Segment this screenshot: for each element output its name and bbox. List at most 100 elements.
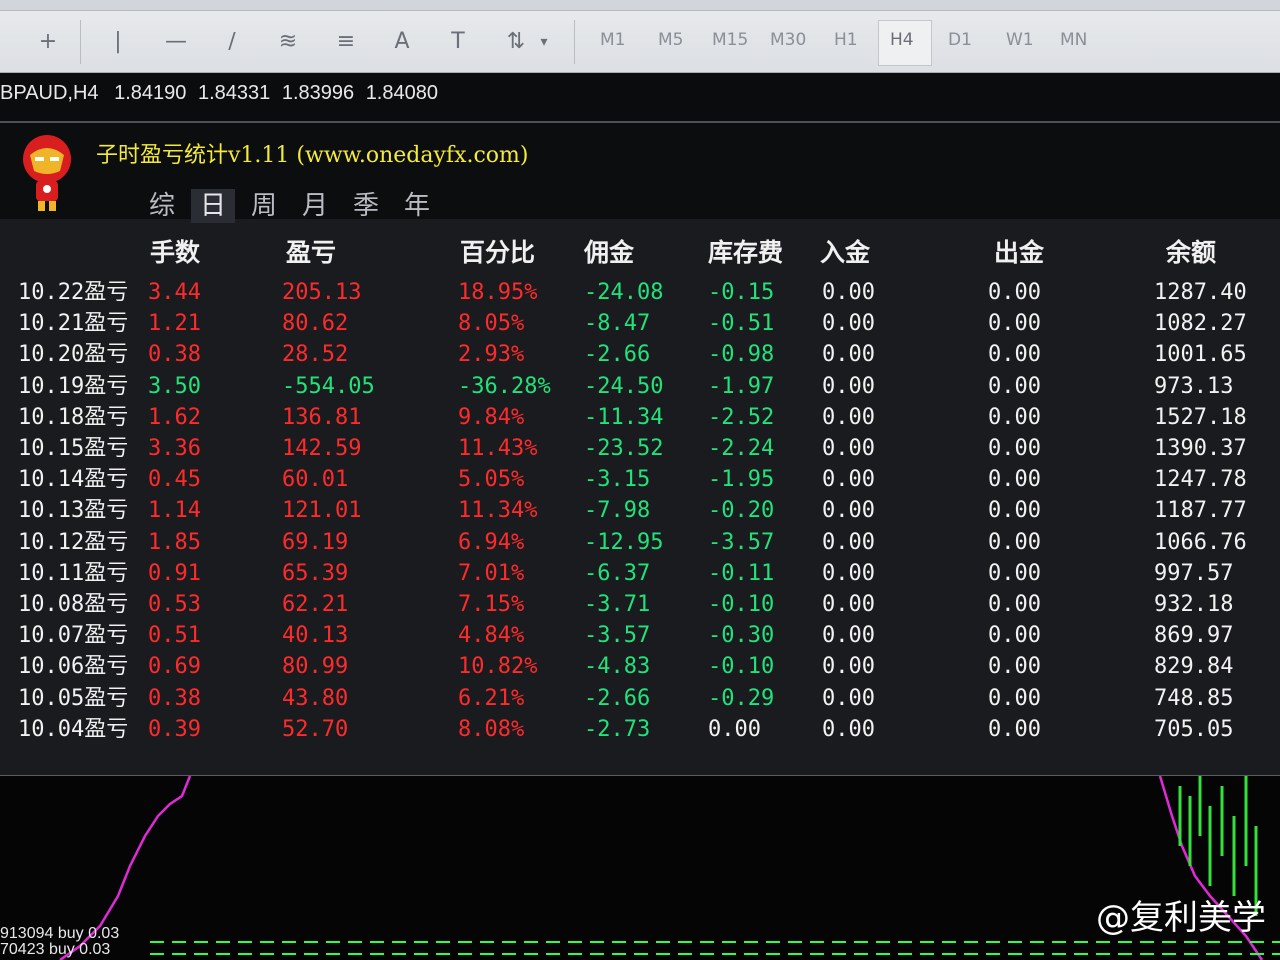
toolbar-separator (80, 20, 81, 64)
fibo-fan-icon[interactable]: ≡ (328, 24, 364, 60)
tab-period-4[interactable]: 季 (344, 189, 388, 223)
cell-percent: 2.93% (458, 342, 525, 368)
vertical-line-icon[interactable]: | (100, 24, 136, 60)
cell-swap: -0.51 (708, 311, 775, 337)
crosshair-icon[interactable]: + (30, 24, 66, 60)
cell-date: 10.14盈亏 (18, 467, 129, 493)
cell-pnl: 80.99 (282, 654, 349, 680)
cell-date: 10.15盈亏 (18, 436, 129, 461)
timeframe-m30[interactable]: M30 (770, 30, 806, 54)
timeframe-m15[interactable]: M15 (712, 30, 748, 54)
cell-balance: 1527.18 (1154, 404, 1247, 430)
cell-deposit: 0.00 (822, 623, 875, 649)
chevron-down-icon[interactable]: ▾ (534, 24, 554, 60)
cell-percent: 8.05% (458, 311, 525, 337)
symbol-label: BPAUD,H4 (0, 82, 99, 104)
cell-deposit: 0.00 (822, 342, 875, 368)
cell-withdrawal: 0.00 (988, 529, 1041, 555)
tab-period-1[interactable]: 日 (191, 189, 235, 223)
cell-balance: 997.57 (1154, 560, 1234, 586)
cell-deposit: 0.00 (822, 685, 875, 711)
cell-lots: 0.38 (148, 342, 201, 368)
fibonacci-icon[interactable]: ≋ (270, 24, 306, 60)
timeframe-d1[interactable]: D1 (948, 30, 972, 54)
cell-lots: 3.44 (148, 280, 201, 305)
panel-title: 子时盈亏统计v1.11 (www.onedayfx.com) (96, 143, 529, 168)
timeframe-w1[interactable]: W1 (1006, 30, 1034, 54)
tab-period-5[interactable]: 年 (395, 189, 439, 223)
label-tool-icon[interactable]: T (440, 24, 476, 60)
cell-commission: -6.37 (584, 560, 651, 586)
cell-balance: 1066.76 (1154, 529, 1247, 555)
cell-swap: -0.10 (708, 592, 775, 617)
timeframe-h4[interactable]: H4 (890, 30, 914, 54)
table-row: 10.20盈亏 0.38 28.52 2.93% -2.66 -0.98 0.00 0.00 1… (0, 339, 1280, 370)
toolbar-separator (574, 20, 575, 64)
cell-lots: 1.14 (148, 498, 201, 524)
cell-balance: 1187.77 (1154, 498, 1247, 524)
cell-balance: 973.13 (1154, 373, 1234, 399)
timeframe-m5[interactable]: M5 (658, 30, 683, 54)
order-label-2: 70423 buy 0.03 (0, 941, 111, 958)
table-row: 10.19盈亏 3.50 -554.05 -36.28% -24.50 -1.97 0.00… (0, 371, 1280, 402)
col-header-lots: 手数 (150, 238, 201, 267)
cell-commission: -8.47 (584, 311, 651, 337)
cell-swap: -0.11 (708, 560, 775, 586)
cell-withdrawal: 0.00 (988, 685, 1041, 711)
cell-percent: 18.95% (458, 280, 538, 305)
horizontal-line-icon[interactable]: — (158, 24, 194, 60)
arrows-icon[interactable]: ⇅ (498, 24, 534, 60)
tab-period-2[interactable]: 周 (242, 189, 286, 223)
table-row: 10.15盈亏 3.36 142.59 11.43% -23.52 -2.24 0.00 0.… (0, 433, 1280, 464)
tab-period-3[interactable]: 月 (293, 189, 337, 223)
table-row: 10.06盈亏 0.69 80.99 10.82% -4.83 -0.10 0.00 0.00… (0, 651, 1280, 682)
cell-balance: 829.84 (1154, 654, 1234, 680)
cell-date: 10.07盈亏 (18, 623, 129, 649)
cell-swap: -1.97 (708, 373, 775, 399)
col-header-commission: 佣金 (584, 238, 635, 267)
cell-pnl: 205.13 (282, 280, 362, 305)
cell-commission: -4.83 (584, 654, 651, 680)
cell-lots: 1.62 (148, 404, 201, 430)
cell-swap: -2.24 (708, 436, 775, 461)
cell-pnl: 69.19 (282, 529, 349, 555)
cell-withdrawal: 0.00 (988, 311, 1041, 337)
cell-date: 10.06盈亏 (18, 654, 129, 680)
cell-withdrawal: 0.00 (988, 280, 1041, 305)
price-close: 1.84080 (365, 82, 438, 104)
cell-date: 10.04盈亏 (18, 716, 129, 742)
cell-swap: -1.95 (708, 467, 775, 493)
cell-lots: 0.45 (148, 467, 201, 493)
cell-deposit: 0.00 (822, 373, 875, 399)
cell-commission: -7.98 (584, 498, 651, 524)
col-header-withdrawal: 出金 (994, 238, 1045, 267)
cell-lots: 0.38 (148, 685, 201, 711)
cell-commission: -23.52 (584, 436, 664, 461)
timeframe-mn[interactable]: MN (1060, 30, 1087, 54)
cell-percent: 10.82% (458, 654, 538, 680)
cell-swap: -3.57 (708, 529, 775, 555)
cell-swap: -0.98 (708, 342, 775, 368)
cell-swap: -0.30 (708, 623, 775, 649)
cell-pnl: 121.01 (282, 498, 362, 524)
tab-period-0[interactable]: 综 (140, 189, 184, 223)
cell-balance: 705.05 (1154, 716, 1234, 742)
timeframe-h1[interactable]: H1 (834, 30, 858, 54)
table-row: 10.13盈亏 1.14 121.01 11.34% -7.98 -0.20 0.00 0.0… (0, 495, 1280, 526)
cell-pnl: 65.39 (282, 560, 349, 586)
trendline-icon[interactable]: ∕ (214, 24, 250, 60)
cell-deposit: 0.00 (822, 592, 875, 617)
cell-pnl: 28.52 (282, 342, 349, 368)
cell-deposit: 0.00 (822, 436, 875, 461)
cell-percent: 11.34% (458, 498, 538, 524)
price-high: 1.84331 (197, 82, 271, 104)
table-row: 10.21盈亏 1.21 80.62 8.05% -8.47 -0.51 0.00 0.00 1… (0, 308, 1280, 339)
timeframe-m1[interactable]: M1 (600, 30, 625, 54)
cell-percent: 6.94% (458, 529, 525, 555)
cell-lots: 0.69 (148, 654, 201, 680)
cell-deposit: 0.00 (822, 716, 875, 742)
cell-pnl: -554.05 (282, 373, 375, 399)
text-tool-icon[interactable]: A (384, 24, 420, 60)
cell-percent: 11.43% (458, 436, 538, 461)
cell-balance: 1287.40 (1154, 280, 1247, 305)
